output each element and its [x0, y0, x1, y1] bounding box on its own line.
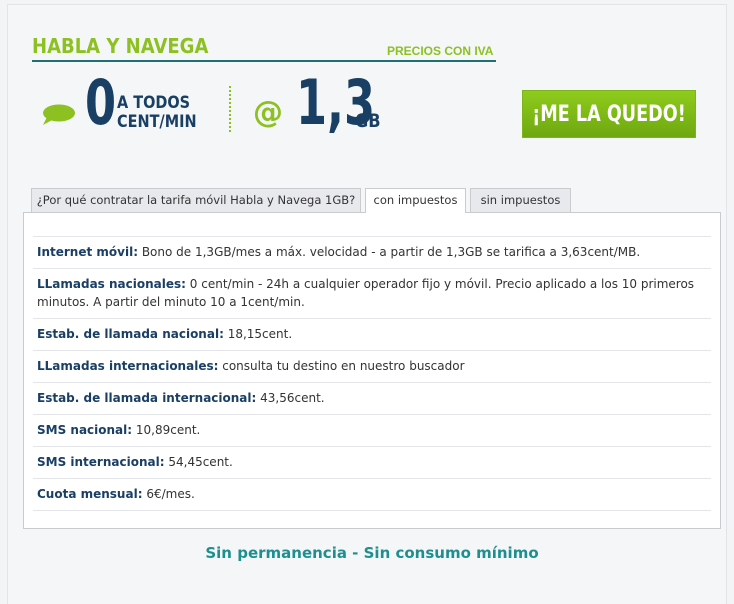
- calls-price-value: 0: [85, 66, 117, 139]
- data-amount-unit: GB: [355, 110, 381, 132]
- table-row: Internet móvil: Bono de 1,3GB/mes a máx.…: [33, 236, 711, 268]
- row-value: 6€/mes.: [146, 487, 195, 501]
- calls-price-unit: A TODOS CENT/MIN: [117, 94, 197, 132]
- row-value: consulta tu destino en nuestro buscador: [222, 359, 465, 373]
- offer-divider: [229, 86, 231, 132]
- calls-unit-line2: CENT/MIN: [117, 112, 197, 132]
- cta-label: ¡ME LA QUEDO!: [532, 101, 686, 127]
- row-label: LLamadas internacionales:: [37, 359, 219, 373]
- table-row: SMS internacional: 54,45cent.: [33, 446, 711, 478]
- table-row: Cuota mensual: 6€/mes.: [33, 478, 711, 511]
- price-note: PRECIOS CON IVA: [387, 44, 494, 58]
- tariff-title: HABLA Y NAVEGA: [32, 34, 209, 58]
- row-label: Cuota mensual:: [37, 487, 143, 501]
- row-value: Bono de 1,3GB/mes a máx. velocidad - a p…: [141, 245, 641, 259]
- tab-sin-impuestos[interactable]: sin impuestos: [470, 188, 571, 212]
- row-value: 54,45cent.: [168, 455, 233, 469]
- row-label: Estab. de llamada nacional:: [37, 327, 224, 341]
- no-commitment-note: Sin permanencia - Sin consumo mínimo: [205, 544, 539, 562]
- row-label: Estab. de llamada internacional:: [37, 391, 257, 405]
- speech-bubble-icon: [43, 104, 75, 125]
- row-value: 43,56cent.: [260, 391, 325, 405]
- row-label: SMS nacional:: [37, 423, 133, 437]
- row-label: SMS internacional:: [37, 455, 165, 469]
- tariff-details: Internet móvil: Bono de 1,3GB/mes a máx.…: [23, 212, 721, 529]
- table-row: Estab. de llamada internacional: 43,56ce…: [33, 382, 711, 414]
- data-at-sign: @: [253, 95, 283, 130]
- header-divider: [32, 60, 496, 62]
- row-value: 18,15cent.: [227, 327, 293, 341]
- tab-con-impuestos[interactable]: con impuestos: [365, 188, 466, 213]
- table-row: LLamadas nacionales: 0 cent/min - 24h a …: [33, 268, 711, 318]
- tariff-rows: Internet móvil: Bono de 1,3GB/mes a máx.…: [33, 236, 711, 511]
- row-value: 10,89cent.: [135, 423, 201, 437]
- me-la-quedo-button[interactable]: ¡ME LA QUEDO!: [522, 90, 696, 138]
- row-label: Internet móvil:: [37, 245, 138, 259]
- calls-unit-line1: A TODOS: [117, 93, 191, 113]
- table-row: SMS nacional: 10,89cent.: [33, 414, 711, 446]
- tab-por-que[interactable]: ¿Por qué contratar la tarifa móvil Habla…: [31, 188, 361, 212]
- table-row: LLamadas internacionales: consulta tu de…: [33, 350, 711, 382]
- row-label: LLamadas nacionales:: [37, 277, 186, 291]
- table-row: Estab. de llamada nacional: 18,15cent.: [33, 318, 711, 350]
